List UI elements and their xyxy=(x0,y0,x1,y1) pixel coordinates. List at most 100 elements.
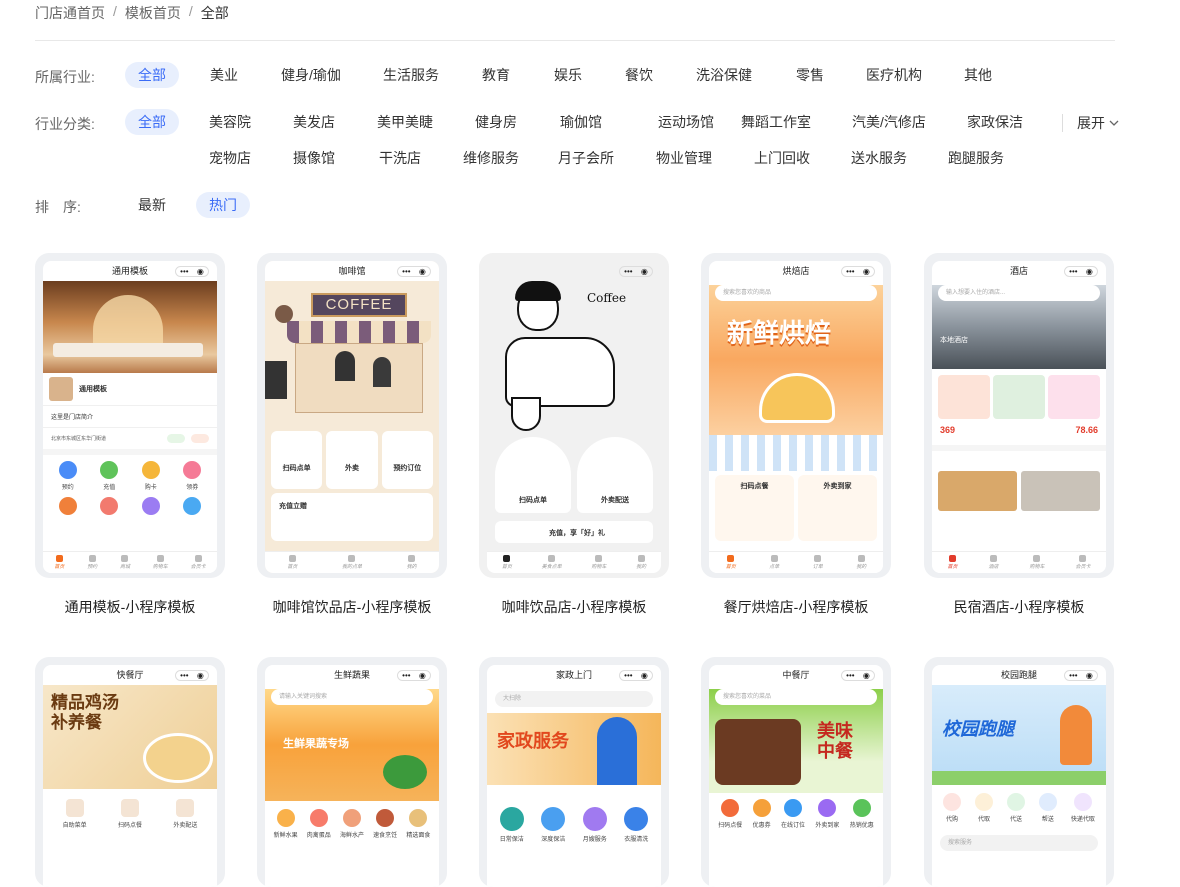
delivery-icon[interactable]: 外卖到家 xyxy=(815,799,839,829)
fruit-icon[interactable]: 新鲜水果 xyxy=(274,809,298,839)
delivery-card[interactable]: 外卖配送 xyxy=(577,437,653,513)
industry-option[interactable]: 零售 xyxy=(784,62,836,88)
express-icon[interactable]: 快递代取 xyxy=(1071,793,1095,823)
template-caption[interactable]: 通用模板-小程序模板 xyxy=(20,597,240,617)
category-option[interactable]: 健身房 xyxy=(466,109,526,135)
coupon-icon[interactable]: 优惠券 xyxy=(752,799,771,829)
takeaway-card[interactable]: 外卖 xyxy=(326,431,378,489)
tab-mine[interactable]: 我的 xyxy=(636,555,646,570)
tab-orders[interactable]: 我的点单 xyxy=(342,555,362,570)
pickup-icon[interactable]: 代取 xyxy=(974,793,993,823)
breadcrumb-home[interactable]: 门店通首页 xyxy=(35,3,105,23)
hot-deal-icon[interactable]: 热销优惠 xyxy=(850,799,874,829)
tab-home[interactable]: 首页 xyxy=(54,555,64,570)
industry-option[interactable]: 美业 xyxy=(198,62,250,88)
industry-option[interactable]: 健身/瑜伽 xyxy=(276,62,346,88)
category-option[interactable]: 瑜伽馆 xyxy=(551,109,611,135)
tab-menu[interactable]: 美食点单 xyxy=(542,555,562,570)
industry-option[interactable]: 娱乐 xyxy=(542,62,594,88)
noodle-icon[interactable]: 精选面食 xyxy=(406,809,430,839)
recharge-icon[interactable]: 充值 xyxy=(100,461,119,491)
template-card[interactable]: 快餐厅 ••• ◉ 精品鸡汤 补养餐 自助菜单 扫码点餐 外卖配送 xyxy=(35,657,225,887)
tab-member[interactable]: 会员卡 xyxy=(191,555,206,570)
template-card[interactable]: 家政上门 ••• ◉ 大扫除 家政服务 日常保洁 深度保洁 月嫂服务 衣服清洗 xyxy=(479,657,669,887)
tab-mall[interactable]: 商城 xyxy=(120,555,130,570)
delivery-icon[interactable]: 外卖配送 xyxy=(173,799,197,829)
search-input[interactable]: 搜索您喜欢的商品 xyxy=(715,285,877,301)
scan-order-icon[interactable]: 扫码点餐 xyxy=(718,799,742,829)
deep-clean-icon[interactable]: 深度保洁 xyxy=(541,807,565,843)
category-option[interactable]: 宠物店 xyxy=(200,145,260,171)
tab-booking[interactable]: 预约 xyxy=(87,555,97,570)
industry-option[interactable]: 餐饮 xyxy=(613,62,665,88)
category-option[interactable]: 美发店 xyxy=(284,109,344,135)
purchase-icon[interactable]: 代购 xyxy=(942,793,961,823)
daily-clean-icon[interactable]: 日常保洁 xyxy=(499,807,524,843)
template-card[interactable]: 酒店 ••• ◉ 输入想要入住的酒店... 本地酒店 369 78.66 首页 酒店… xyxy=(924,253,1114,578)
tab-order[interactable]: 点单 xyxy=(769,555,779,570)
seafood-icon[interactable]: 海鲜水产 xyxy=(340,809,364,839)
recharge-card[interactable]: 充值立赠 xyxy=(271,493,433,541)
template-card[interactable]: ••• ◉ Coffee 扫码点单 外卖配送 充值，享「好」礼 首页 美食点单 购… xyxy=(479,253,669,578)
industry-option[interactable]: 医疗机构 xyxy=(862,62,926,88)
nanny-icon[interactable]: 月嫂服务 xyxy=(582,807,607,843)
order-card[interactable]: 扫码点单 xyxy=(495,437,571,513)
send-icon[interactable]: 代送 xyxy=(1006,793,1025,823)
category-option[interactable]: 摄像馆 xyxy=(284,145,344,171)
category-option[interactable]: 家政保洁 xyxy=(960,109,1030,135)
scan-icon[interactable]: 扫码点餐 xyxy=(118,799,142,829)
category-option[interactable]: 汽美/汽修店 xyxy=(844,109,934,135)
industry-option[interactable]: 生活服务 xyxy=(380,62,442,88)
category-option[interactable]: 跑腿服务 xyxy=(940,145,1012,171)
tab-home[interactable]: 首页 xyxy=(726,555,736,570)
template-card[interactable]: 中餐厅 ••• ◉ 搜索您喜欢的菜品 美味 中餐 扫码点餐 优惠券 在线订位 外卖到… xyxy=(701,657,891,887)
industry-option[interactable]: 其他 xyxy=(952,62,1004,88)
template-caption[interactable]: 民宿酒店-小程序模板 xyxy=(909,597,1129,617)
tab-mine[interactable]: 我的 xyxy=(856,555,866,570)
tab-cart[interactable]: 购物车 xyxy=(591,555,606,570)
help-send-icon[interactable]: 帮送 xyxy=(1038,793,1057,823)
template-caption[interactable]: 咖啡馆饮品店-小程序模板 xyxy=(242,597,462,617)
promo-banner[interactable]: 充值，享「好」礼 xyxy=(495,521,653,543)
template-card[interactable]: 校园跑腿 ••• ◉ 校园跑腿 代购 代取 代送 帮送 快递代取 搜索服务 xyxy=(924,657,1114,887)
sort-option-newest[interactable]: 最新 xyxy=(126,192,178,218)
delivery-card[interactable]: 外卖到家 xyxy=(798,475,877,541)
category-option[interactable]: 美甲美睫 xyxy=(370,109,440,135)
reserve-icon[interactable]: 在线订位 xyxy=(781,799,805,829)
tab-home[interactable]: 首页 xyxy=(287,555,297,570)
category-option[interactable]: 美容院 xyxy=(200,109,260,135)
search-input[interactable]: 输入想要入住的酒店... xyxy=(938,285,1100,301)
category-option[interactable]: 维修服务 xyxy=(456,145,526,171)
template-card[interactable]: 通用模板 ••• ◉ 通用模板 这里是门店简介 北京市东城区东华门街道 预约 充值 … xyxy=(35,253,225,578)
coupon-icon[interactable]: 领券 xyxy=(183,461,202,491)
template-card[interactable]: 烘焙店 ••• ◉ 搜索您喜欢的商品 新鲜烘焙 扫码点餐 外卖到家 首页 点单 订单… xyxy=(701,253,891,578)
template-caption[interactable]: 咖啡饮品店-小程序模板 xyxy=(464,597,684,617)
category-option[interactable]: 上门回收 xyxy=(746,145,818,171)
tab-home[interactable]: 首页 xyxy=(947,555,958,570)
tab-member[interactable]: 会员卡 xyxy=(1075,555,1091,570)
search-input[interactable]: 大扫除 xyxy=(495,691,653,707)
expand-categories-button[interactable]: 展开 xyxy=(1062,114,1119,132)
dine-in-card[interactable]: 扫码点餐 xyxy=(715,475,794,541)
category-option[interactable]: 舞蹈工作室 xyxy=(734,109,818,135)
category-option[interactable]: 物业管理 xyxy=(648,145,720,171)
category-option[interactable]: 送水服务 xyxy=(844,145,914,171)
tab-hotel[interactable]: 酒店 xyxy=(988,555,999,570)
cooking-icon[interactable]: 速食烹饪 xyxy=(373,809,397,839)
search-input[interactable]: 搜索服务 xyxy=(940,835,1098,851)
search-input[interactable]: 搜索您喜欢的菜品 xyxy=(715,689,877,705)
breadcrumb-templates[interactable]: 模板首页 xyxy=(125,3,181,23)
template-card[interactable]: 咖啡馆 ••• ◉ COFFEE 扫码点单 外卖 预约订位 充值立赠 首页 我的点单… xyxy=(257,253,447,578)
search-input[interactable]: 请输入关键词搜索 xyxy=(271,689,433,705)
tab-cart[interactable]: 购物车 xyxy=(153,555,168,570)
tab-cart[interactable]: 购物车 xyxy=(1029,555,1045,570)
category-option[interactable]: 月子会所 xyxy=(551,145,621,171)
buy-card-icon[interactable]: 购卡 xyxy=(141,461,160,491)
template-card[interactable]: 生鲜蔬果 ••• ◉ 请输入关键词搜索 生鲜果蔬专场 新鲜水果 肉禽蛋品 海鲜水产 … xyxy=(257,657,447,887)
template-caption[interactable]: 餐厅烘焙店-小程序模板 xyxy=(686,597,906,617)
meat-icon[interactable]: 肉禽蛋品 xyxy=(307,809,331,839)
category-option[interactable]: 干洗店 xyxy=(370,145,430,171)
menu-icon[interactable]: 自助菜单 xyxy=(63,799,87,829)
reserve-card[interactable]: 预约订位 xyxy=(381,431,433,489)
tab-mine[interactable]: 我的 xyxy=(407,555,417,570)
